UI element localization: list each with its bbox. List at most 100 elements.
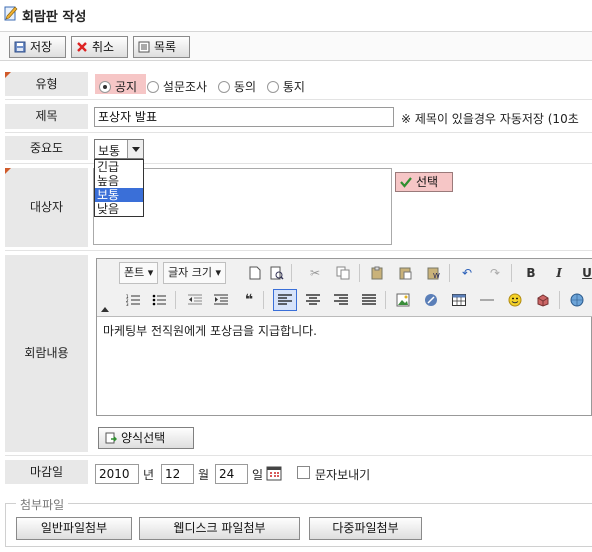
list-label: 목록 [154, 40, 177, 54]
importance-option[interactable]: 낮음 [95, 202, 143, 216]
redo-icon[interactable]: ↷ [485, 263, 505, 283]
special-char-icon[interactable] [533, 290, 553, 310]
font-label: 폰트 [124, 266, 145, 279]
sms-checkbox[interactable] [297, 466, 310, 479]
image-icon[interactable] [393, 290, 413, 310]
link-globe-icon[interactable] [567, 290, 587, 310]
target-select-button[interactable]: 선택 [395, 172, 453, 192]
type-option-label: 동의 [233, 80, 257, 94]
day-unit: 일 [252, 468, 264, 482]
year-unit: 년 [143, 468, 155, 482]
font-family-dropdown[interactable]: 폰트 ▾ [119, 262, 159, 284]
collapse-toolbar-icon[interactable] [101, 307, 109, 312]
type-option-label: 공지 [115, 80, 138, 94]
toolbar-separator [449, 264, 450, 282]
size-label: 글자 크기 [168, 266, 212, 279]
indent-icon[interactable] [211, 290, 231, 310]
align-center-icon[interactable] [303, 290, 323, 310]
list-button[interactable]: 목록 [133, 36, 190, 58]
toolbar-separator [359, 264, 360, 282]
subject-input[interactable]: 포상자 발표 [94, 107, 394, 127]
bold-icon[interactable]: B [521, 263, 541, 283]
importance-option[interactable]: 높음 [95, 174, 143, 188]
webdisk-file-attach-button[interactable]: 웹디스크 파일첨부 [139, 517, 300, 540]
template-select-button[interactable]: 양식선택 [98, 427, 194, 449]
type-option-notice[interactable]: 공지 [99, 80, 137, 94]
new-document-icon[interactable] [245, 263, 265, 283]
edit-document-icon [4, 6, 18, 21]
save-label: 저장 [30, 40, 53, 54]
outdent-icon[interactable] [185, 290, 205, 310]
divider [5, 99, 592, 100]
copy-icon[interactable] [333, 263, 353, 283]
importance-dropdown-list: 긴급 높음 보통 낮음 [94, 159, 144, 217]
multi-file-attach-button[interactable]: 다중파일첨부 [309, 517, 422, 540]
editor-body-text[interactable]: 마케팅부 전직원에게 포상금을 지급합니다. [103, 322, 317, 339]
divider [5, 250, 592, 251]
divider [5, 132, 592, 133]
font-size-dropdown[interactable]: 글자 크기 ▾ [163, 262, 227, 284]
numbered-list-icon[interactable]: 123 [123, 290, 143, 310]
cut-icon[interactable]: ✂ [305, 263, 325, 283]
align-right-icon[interactable] [331, 290, 351, 310]
paste-icon[interactable] [367, 263, 387, 283]
type-label-text: 유형 [35, 77, 58, 91]
deadline-year-input[interactable]: 2010 [95, 464, 139, 484]
checkmark-icon [400, 177, 412, 188]
toolbar-separator [385, 291, 386, 309]
italic-icon[interactable]: I [549, 263, 569, 283]
month-unit: 월 [198, 468, 210, 482]
attachments-legend: 첨부파일 [16, 496, 69, 513]
deadline-day-input[interactable]: 24 [215, 464, 248, 484]
type-label: 유형 [5, 72, 88, 96]
subject-note: ※ 제목이 있을경우 자동저장 (10초 [401, 112, 579, 126]
underline-icon[interactable]: U [577, 263, 592, 283]
deadline-label: 마감일 [5, 460, 88, 484]
justify-icon[interactable] [359, 290, 379, 310]
paste-word-icon[interactable]: W [423, 263, 443, 283]
calendar-icon[interactable] [266, 465, 282, 481]
align-left-icon[interactable] [273, 289, 297, 311]
action-toolbar: 저장 취소 목록 [0, 31, 592, 61]
importance-option-selected[interactable]: 보통 [95, 188, 143, 202]
toolbar-separator [263, 291, 264, 309]
importance-value: 보통 [98, 144, 121, 158]
blockquote-icon[interactable]: ❝ [239, 290, 259, 310]
subject-label-text: 제목 [35, 109, 58, 123]
importance-select[interactable]: 보통 [94, 139, 144, 159]
sms-label: 문자보내기 [315, 468, 371, 482]
type-option-survey[interactable]: 설문조사 [146, 80, 207, 94]
toolbar-separator [559, 291, 560, 309]
type-option-agree[interactable]: 동의 [217, 80, 257, 94]
radio-icon [266, 81, 279, 93]
importance-label-text: 중요도 [29, 141, 64, 155]
horizontal-rule-icon[interactable] [477, 290, 497, 310]
bullet-list-icon[interactable] [149, 290, 169, 310]
importance-option[interactable]: 긴급 [95, 160, 143, 174]
page-title: 회람판 작성 [22, 10, 87, 25]
content-label: 회람내용 [5, 255, 88, 452]
paste-text-icon[interactable] [395, 263, 415, 283]
template-select-label: 양식선택 [121, 431, 166, 445]
target-select-label: 선택 [416, 175, 439, 189]
cancel-button[interactable]: 취소 [71, 36, 128, 58]
save-button[interactable]: 저장 [9, 36, 66, 58]
flash-icon[interactable] [421, 290, 441, 310]
chevron-down-icon[interactable] [127, 140, 143, 158]
svg-text:3: 3 [126, 302, 129, 306]
toolbar-separator [511, 264, 512, 282]
radio-icon [146, 81, 159, 93]
toolbar-separator [175, 291, 176, 309]
deadline-label-text: 마감일 [29, 465, 64, 479]
table-icon[interactable] [449, 290, 469, 310]
svg-text:W: W [433, 272, 440, 280]
page-header: 회람판 작성 [0, 0, 592, 30]
content-label-text: 회람내용 [24, 346, 69, 360]
normal-file-attach-button[interactable]: 일반파일첨부 [16, 517, 132, 540]
undo-icon[interactable]: ↶ [457, 263, 477, 283]
smiley-icon[interactable] [505, 290, 525, 310]
type-option-inform[interactable]: 통지 [266, 80, 305, 94]
preview-icon[interactable] [267, 263, 287, 283]
save-icon [14, 41, 26, 53]
deadline-month-input[interactable]: 12 [161, 464, 194, 484]
